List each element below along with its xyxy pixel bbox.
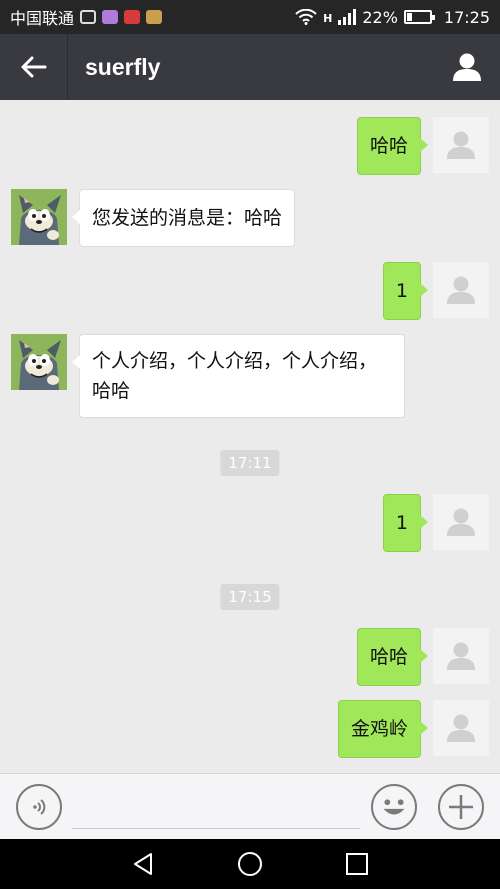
message-row-sent: 哈哈 [356,628,489,686]
sent-message-bubble[interactable]: 金鸡岭 [337,700,429,758]
sent-message-bubble[interactable]: 哈哈 [356,628,429,686]
default-avatar-icon [447,642,475,670]
contact-avatar[interactable] [11,189,67,245]
message-row-received: 您发送的消息是：哈哈 [11,189,296,247]
message-text: 金鸡岭 [350,718,408,740]
message-text: 个人介绍，个人介绍，个人介绍，哈哈 [92,350,378,402]
received-message-bubble[interactable]: 您发送的消息是：哈哈 [71,189,296,247]
chat-info-button[interactable] [434,34,500,100]
arrow-left-icon [21,56,46,78]
sent-message-bubble[interactable]: 1 [382,262,429,320]
status-bar: 中国联通 H 22% 17:25 [0,0,500,34]
huawei-app-icon [124,10,141,24]
chat-title: suerfly [85,53,161,80]
default-avatar-icon [447,131,475,159]
sent-message-bubble[interactable]: 哈哈 [356,117,429,175]
message-input[interactable] [72,828,360,829]
message-row-sent: 哈哈 [356,117,489,175]
battery-percent: 22% [362,7,398,27]
home-circle-icon[interactable] [237,851,263,877]
emoji-button[interactable] [371,784,417,830]
carrier-label: 中国联通 [10,9,75,28]
message-row-received: 个人介绍，个人介绍，个人介绍，哈哈 [11,334,405,418]
network-type-label: H [323,11,333,25]
message-text: 1 [395,512,408,534]
cat-cartoon-icon [11,189,67,245]
my-avatar[interactable] [433,494,489,550]
timestamp-divider: 17:15 [220,584,280,610]
wifi-icon [295,9,317,25]
system-nav-bar [0,839,500,889]
message-text: 您发送的消息是：哈哈 [92,207,283,229]
more-button[interactable] [438,784,484,830]
keyboard-app-icon [102,10,119,24]
message-text: 哈哈 [369,135,408,157]
message-row-sent: 金鸡岭 [337,700,489,758]
input-bar [0,773,500,839]
battery-icon [403,10,435,24]
gallery-app-icon [146,10,163,24]
my-avatar[interactable] [433,262,489,318]
default-avatar-icon [447,276,475,304]
my-avatar[interactable] [433,628,489,684]
message-text: 哈哈 [369,646,408,668]
sent-message-bubble[interactable]: 1 [382,494,429,552]
default-avatar-icon [447,714,475,742]
recent-apps-icon[interactable] [345,852,369,876]
default-avatar-icon [447,508,475,536]
message-text: 1 [395,280,408,302]
clock: 17:25 [443,7,490,27]
message-row-sent: 1 [382,262,489,320]
signal-icon [338,9,357,25]
my-avatar[interactable] [433,117,489,173]
chat-header: suerfly [0,34,500,100]
person-icon [453,53,481,81]
plus-icon [449,795,473,819]
finance-app-icon [80,10,97,24]
emoji-icon [383,799,405,815]
voice-icon [33,799,46,815]
timestamp-divider: 17:11 [220,450,280,476]
back-triangle-icon[interactable] [131,852,155,876]
contact-avatar[interactable] [11,334,67,390]
voice-button[interactable] [16,784,62,830]
received-message-bubble[interactable]: 个人介绍，个人介绍，个人介绍，哈哈 [72,334,405,418]
message-row-sent: 1 [382,494,489,552]
my-avatar[interactable] [433,700,489,756]
cat-cartoon-icon [11,334,67,390]
back-button[interactable] [0,34,68,100]
